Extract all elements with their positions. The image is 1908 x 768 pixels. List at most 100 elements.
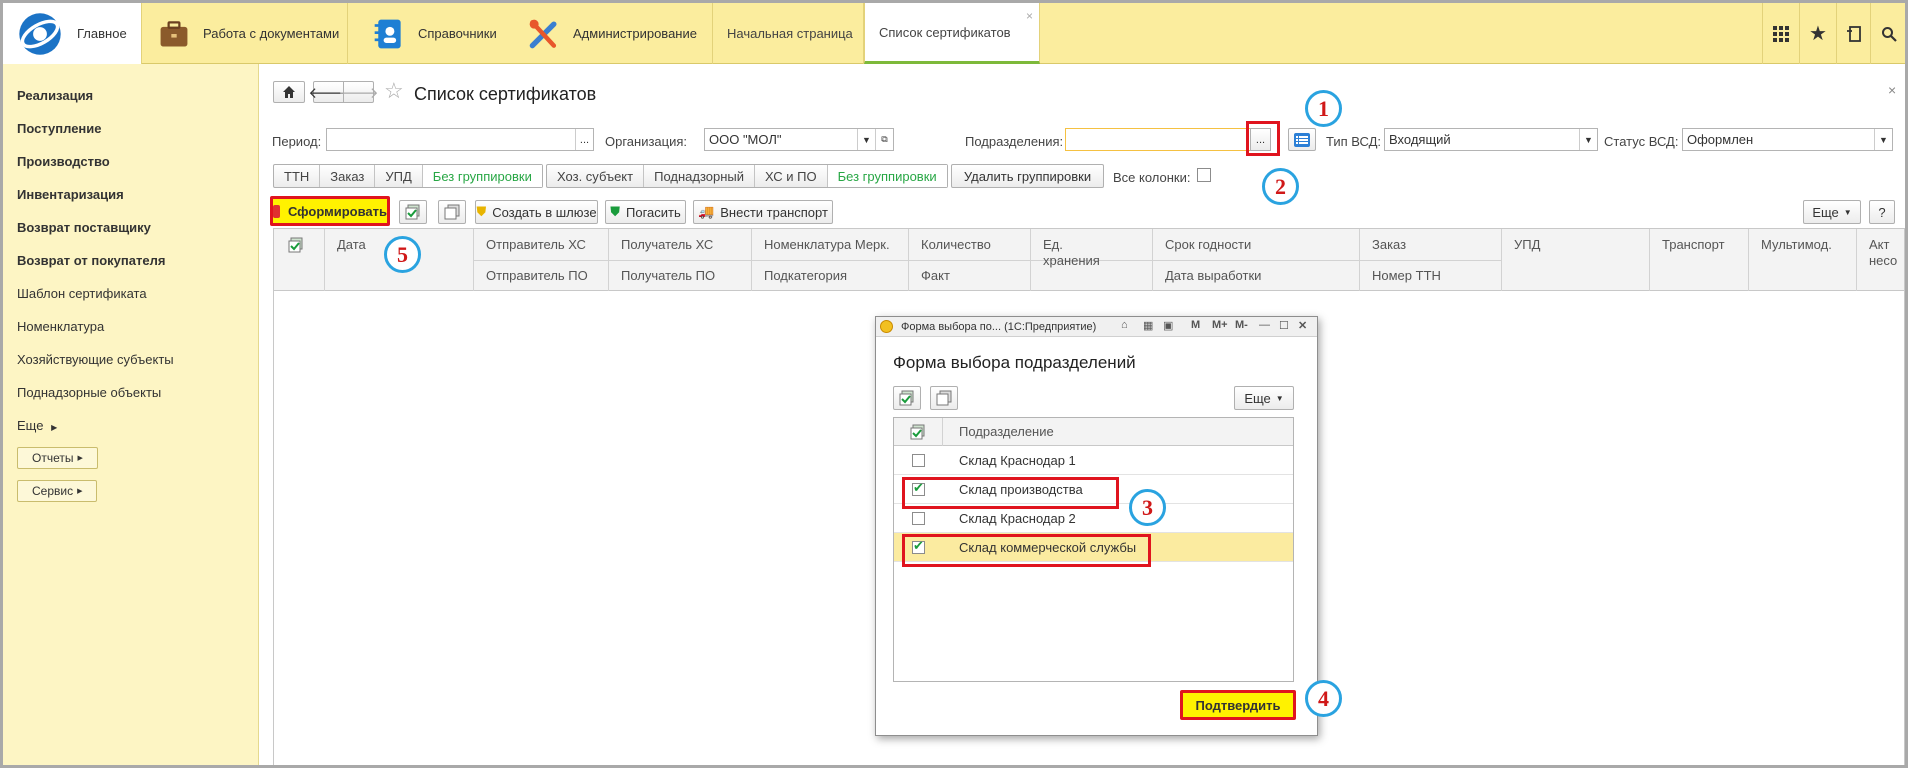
column-division-header[interactable]: Подразделение bbox=[959, 424, 1054, 439]
chevron-down-icon[interactable]: ▼ bbox=[857, 129, 875, 150]
sidebar-item-objects[interactable]: Поднадзорные объекты bbox=[17, 385, 161, 400]
col-transport[interactable]: Транспорт bbox=[1649, 237, 1725, 252]
add-transport-button[interactable]: 🚚 Внести транспорт bbox=[693, 200, 833, 224]
more-button[interactable]: Еще ▼ bbox=[1803, 200, 1861, 224]
dialog-close-icon[interactable]: ✕ bbox=[1298, 319, 1307, 332]
row-checkbox[interactable] bbox=[912, 454, 925, 467]
col-unit[interactable]: Ед. хранения bbox=[1030, 237, 1120, 269]
col-receiver-hs[interactable]: Получатель ХС bbox=[608, 237, 713, 252]
create-gateway-button[interactable]: ⛊ Создать в шлюзе bbox=[475, 200, 598, 224]
maximize-icon[interactable]: ☐ bbox=[1279, 319, 1289, 332]
col-quantity[interactable]: Количество bbox=[908, 237, 991, 252]
col-multimodal[interactable]: Мультимод. bbox=[1748, 237, 1832, 252]
col-ttn-number[interactable]: Номер ТТН bbox=[1359, 268, 1441, 283]
col-sender-po[interactable]: Отправитель ПО bbox=[473, 268, 588, 283]
col-receiver-po[interactable]: Получатель ПО bbox=[608, 268, 715, 283]
minimize-icon[interactable]: — bbox=[1259, 319, 1270, 331]
calendar-icon[interactable]: ▣ bbox=[1163, 319, 1173, 332]
deselect-all-button[interactable] bbox=[438, 200, 466, 224]
group-hs-po[interactable]: ХС и ПО bbox=[755, 165, 828, 187]
favorites-star-icon[interactable]: ★ bbox=[1799, 3, 1836, 64]
generate-label: Сформировать bbox=[287, 203, 387, 219]
sidebar-item-return-supplier[interactable]: Возврат поставщику bbox=[17, 220, 151, 235]
delete-grouping-button[interactable]: Удалить группировки bbox=[951, 164, 1104, 188]
check-all-icon[interactable] bbox=[910, 424, 926, 440]
memory-minus-button[interactable]: M- bbox=[1235, 319, 1248, 331]
col-production-date[interactable]: Дата выработки bbox=[1152, 268, 1261, 283]
list-item[interactable]: Склад Краснодар 1 bbox=[894, 446, 1293, 475]
period-input[interactable]: ... bbox=[326, 128, 594, 151]
sidebar-item-production[interactable]: Производство bbox=[17, 154, 110, 169]
forward-button[interactable]: 🡒 bbox=[338, 81, 379, 103]
apps-grid-icon[interactable] bbox=[1762, 3, 1799, 64]
col-nomenclature[interactable]: Номенклатура Мерк. bbox=[751, 237, 890, 252]
list-view-button[interactable] bbox=[1288, 128, 1316, 151]
history-icon[interactable] bbox=[1836, 3, 1873, 64]
dialog-deselect-all-button[interactable] bbox=[930, 386, 958, 410]
col-date[interactable]: Дата bbox=[324, 237, 366, 252]
sidebar-item-more[interactable]: Еще ▶ bbox=[17, 418, 57, 433]
generate-button[interactable]: Сформировать bbox=[270, 196, 390, 226]
col-order[interactable]: Заказ bbox=[1359, 237, 1406, 252]
tab-certificates[interactable]: Список сертификатов × bbox=[864, 3, 1040, 64]
favorite-star-icon[interactable]: ☆ bbox=[384, 78, 404, 104]
home-button[interactable] bbox=[273, 81, 305, 103]
sidebar-item-nomenclature[interactable]: Номенклатура bbox=[17, 319, 104, 334]
division-input[interactable] bbox=[1065, 128, 1255, 151]
section-administration[interactable]: Администрирование bbox=[513, 3, 713, 64]
memory-plus-button[interactable]: M+ bbox=[1212, 319, 1228, 331]
col-act[interactable]: Акт несо bbox=[1856, 237, 1905, 269]
open-icon[interactable]: ⧉ bbox=[875, 129, 893, 150]
sidebar-item-inventory[interactable]: Инвентаризация bbox=[17, 187, 124, 202]
close-icon[interactable]: × bbox=[1888, 82, 1896, 98]
check-all-icon[interactable] bbox=[288, 237, 304, 253]
annotation-number-1: 1 bbox=[1305, 90, 1342, 127]
sidebar-item-sales[interactable]: Реализация bbox=[17, 88, 93, 103]
group-none-1[interactable]: Без группировки bbox=[422, 165, 542, 187]
org-select[interactable]: ООО "МОЛ" ▼ ⧉ bbox=[704, 128, 894, 151]
annotation-number-3: 3 bbox=[1129, 489, 1166, 526]
all-columns-checkbox[interactable] bbox=[1197, 168, 1211, 182]
redeem-button[interactable]: ⛊ Погасить bbox=[605, 200, 686, 224]
calculator-icon[interactable]: ▦ bbox=[1143, 319, 1153, 332]
section-documents[interactable]: Работа с документами bbox=[143, 3, 348, 64]
annotation-number-5: 5 bbox=[384, 236, 421, 273]
org-label: Организация: bbox=[605, 134, 688, 149]
memory-m-button[interactable]: M bbox=[1191, 319, 1200, 331]
sidebar-item-return-customer[interactable]: Возврат от покупателя bbox=[17, 253, 165, 268]
period-ellipsis-button[interactable]: ... bbox=[575, 129, 593, 150]
group-upd[interactable]: УПД bbox=[375, 165, 423, 187]
tab-start-page[interactable]: Начальная страница bbox=[712, 3, 864, 64]
group-order[interactable]: Заказ bbox=[320, 165, 376, 187]
row-checkbox[interactable] bbox=[912, 512, 925, 525]
group-none-2[interactable]: Без группировки bbox=[827, 165, 947, 187]
sidebar-reports-button[interactable]: Отчеты ▶ bbox=[17, 447, 98, 469]
group-entity[interactable]: Хоз. субъект bbox=[547, 165, 645, 187]
section-home[interactable]: Главное bbox=[3, 3, 142, 64]
group-supervised[interactable]: Поднадзорный bbox=[644, 165, 756, 187]
sidebar-item-receipts[interactable]: Поступление bbox=[17, 121, 102, 136]
sidebar-item-entities[interactable]: Хозяйствующие субъекты bbox=[17, 352, 174, 367]
dialog-more-button[interactable]: Еще ▼ bbox=[1234, 386, 1294, 410]
select-all-button[interactable] bbox=[399, 200, 427, 224]
tab-close-icon[interactable]: × bbox=[1026, 9, 1033, 23]
col-fact[interactable]: Факт bbox=[908, 268, 950, 283]
confirm-button[interactable]: Подтвердить bbox=[1180, 690, 1296, 720]
sidebar-item-template[interactable]: Шаблон сертификата bbox=[17, 286, 147, 301]
search-icon[interactable] bbox=[1870, 3, 1905, 64]
col-upd[interactable]: УПД bbox=[1501, 237, 1540, 252]
type-select[interactable]: Входящий ▼ bbox=[1384, 128, 1598, 151]
help-button[interactable]: ? bbox=[1869, 200, 1895, 224]
chevron-down-icon[interactable]: ▼ bbox=[1579, 129, 1597, 150]
home-small-icon[interactable]: ⌂ bbox=[1121, 319, 1128, 331]
status-select[interactable]: Оформлен ▼ bbox=[1682, 128, 1893, 151]
group-ttn[interactable]: ТТН bbox=[274, 165, 321, 187]
chevron-down-icon[interactable]: ▼ bbox=[1874, 129, 1892, 150]
section-references[interactable]: Справочники bbox=[358, 3, 508, 64]
col-sender-hs[interactable]: Отправитель ХС bbox=[473, 237, 586, 252]
uncheck-all-icon bbox=[444, 204, 460, 220]
col-expiry[interactable]: Срок годности bbox=[1152, 237, 1251, 252]
sidebar-service-button[interactable]: Сервис ▶ bbox=[17, 480, 98, 502]
col-subcategory[interactable]: Подкатегория bbox=[751, 268, 847, 283]
dialog-select-all-button[interactable] bbox=[893, 386, 921, 410]
